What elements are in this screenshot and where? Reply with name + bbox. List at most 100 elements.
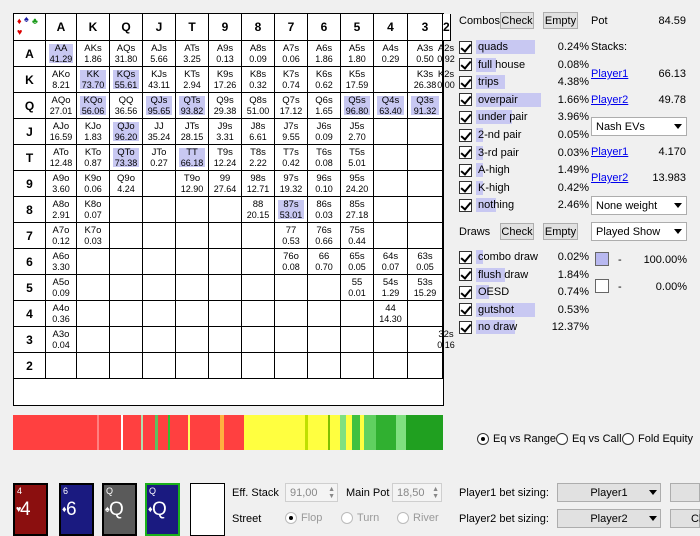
combos-row[interactable]: A-high 1.49% [459, 162, 589, 178]
column-header[interactable]: 5 [341, 14, 374, 41]
board-card[interactable]: Q ♠ Q [102, 483, 137, 536]
combos-row[interactable]: overpair 1.66% [459, 92, 589, 108]
ev-mode-select[interactable]: Nash EVs [591, 117, 687, 136]
main-pot-input[interactable]: 18,50 ▲ ▼ [392, 483, 442, 502]
checkbox[interactable] [459, 198, 472, 212]
river-radio[interactable]: River [397, 512, 439, 524]
hand-cell[interactable]: AKs 1.86 [77, 41, 110, 67]
hand-cell[interactable] [374, 67, 408, 93]
hand-cell[interactable]: A7o 0.12 [46, 223, 77, 249]
hand-cell[interactable] [110, 223, 143, 249]
checkbox[interactable] [459, 146, 472, 160]
hand-cell[interactable] [408, 197, 443, 223]
hand-cell[interactable]: 86s 0.03 [308, 197, 341, 223]
hand-cell[interactable]: 44 14.30 [374, 301, 408, 327]
hand-cell[interactable] [242, 301, 275, 327]
hand-cell[interactable] [176, 223, 209, 249]
hand-cell[interactable]: QJo 96.20 [110, 119, 143, 145]
hand-cell[interactable]: K9s 17.26 [209, 67, 242, 93]
hand-cell[interactable]: QJs 95.65 [143, 93, 176, 119]
hand-cell[interactable] [242, 275, 275, 301]
draws-row[interactable]: combo draw 0.02% [459, 249, 589, 265]
hand-cell[interactable]: 87s 53.01 [275, 197, 308, 223]
hand-cell[interactable]: K5s 17.59 [341, 67, 374, 93]
weight-select[interactable]: None weight [591, 196, 687, 215]
hand-cell[interactable] [209, 249, 242, 275]
column-header[interactable]: K [77, 14, 110, 41]
column-header[interactable]: 4 [374, 14, 408, 41]
hand-cell[interactable]: AQs 31.80 [110, 41, 143, 67]
hand-cell[interactable]: AQo 27.01 [46, 93, 77, 119]
hand-cell[interactable]: K8s 0.32 [242, 67, 275, 93]
hand-cell[interactable]: K7s 0.74 [275, 67, 308, 93]
hand-cell[interactable] [110, 353, 143, 379]
checkbox[interactable] [459, 285, 472, 299]
hand-cell[interactable] [143, 353, 176, 379]
combos-row[interactable]: full house 0.08% [459, 57, 589, 73]
hand-cell[interactable]: A6o 3.30 [46, 249, 77, 275]
hand-cell[interactable] [341, 301, 374, 327]
hand-cell[interactable]: AKo 8.21 [46, 67, 77, 93]
combos-row[interactable]: under pair 3.96% [459, 109, 589, 125]
hand-cell[interactable] [308, 275, 341, 301]
hand-cell[interactable]: Q9s 29.38 [209, 93, 242, 119]
hand-cell[interactable] [209, 223, 242, 249]
checkbox[interactable] [459, 303, 472, 317]
hand-cell[interactable]: K9o 0.06 [77, 171, 110, 197]
hand-cell[interactable]: 75s 0.44 [341, 223, 374, 249]
hand-cell[interactable] [143, 223, 176, 249]
hand-cell[interactable] [443, 93, 444, 119]
checkbox[interactable] [459, 181, 472, 195]
hand-cell[interactable]: 76s 0.66 [308, 223, 341, 249]
hand-cell[interactable] [443, 275, 444, 301]
hand-cell[interactable] [443, 301, 444, 327]
hand-cell[interactable]: J6s 0.09 [308, 119, 341, 145]
row-header[interactable]: 8 [14, 197, 46, 223]
hand-cell[interactable]: 95s 24.20 [341, 171, 374, 197]
hand-cell[interactable]: T9o 12.90 [176, 171, 209, 197]
eff-stack-input[interactable]: 91,00 ▲ ▼ [285, 483, 338, 502]
hand-cell[interactable] [341, 327, 374, 353]
column-header[interactable]: J [143, 14, 176, 41]
draws-row[interactable]: flush draw 1.84% [459, 267, 589, 283]
combos-row[interactable]: 3-rd pair 0.03% [459, 145, 589, 161]
player1-stack-link[interactable]: Player1 [591, 68, 628, 80]
hand-cell[interactable]: A8s 0.09 [242, 41, 275, 67]
checkbox[interactable] [459, 110, 472, 124]
empty-card-slot[interactable] [190, 483, 225, 536]
hand-cell[interactable]: 97s 19.32 [275, 171, 308, 197]
hand-cell[interactable] [176, 353, 209, 379]
show-select[interactable]: Played Show [591, 222, 687, 241]
hand-cell[interactable] [143, 197, 176, 223]
hand-cell[interactable] [242, 249, 275, 275]
hand-cell[interactable]: A9s 0.13 [209, 41, 242, 67]
hand-cell[interactable] [275, 301, 308, 327]
hand-cell[interactable] [308, 327, 341, 353]
player1-sizing-extra-button[interactable] [670, 483, 700, 502]
hand-cell[interactable]: Q9o 4.24 [110, 171, 143, 197]
row-header[interactable]: 4 [14, 301, 46, 327]
row-header[interactable]: K [14, 67, 46, 93]
hand-cell[interactable] [374, 327, 408, 353]
hand-cell[interactable] [408, 119, 443, 145]
hand-cell[interactable]: A9o 3.60 [46, 171, 77, 197]
checkbox[interactable] [459, 40, 472, 54]
hand-cell[interactable]: 65s 0.05 [341, 249, 374, 275]
hand-cell[interactable]: T7s 0.42 [275, 145, 308, 171]
hand-cell[interactable] [374, 119, 408, 145]
fold-equity-radio[interactable]: Fold Equity [622, 433, 693, 445]
hand-cell[interactable]: Q5s 96.80 [341, 93, 374, 119]
hand-cell[interactable]: A8o 2.91 [46, 197, 77, 223]
hand-cell[interactable] [209, 197, 242, 223]
row-header[interactable]: J [14, 119, 46, 145]
hand-cell[interactable]: 96s 0.10 [308, 171, 341, 197]
row-header[interactable]: 6 [14, 249, 46, 275]
hand-cell[interactable] [77, 249, 110, 275]
hand-cell[interactable] [443, 171, 444, 197]
checkbox[interactable] [459, 268, 472, 282]
hand-cell[interactable] [341, 353, 374, 379]
hand-cell[interactable] [143, 275, 176, 301]
hand-cell[interactable]: 76o 0.08 [275, 249, 308, 275]
hand-cell[interactable]: KTo 0.87 [77, 145, 110, 171]
hand-cell[interactable]: KTs 2.94 [176, 67, 209, 93]
